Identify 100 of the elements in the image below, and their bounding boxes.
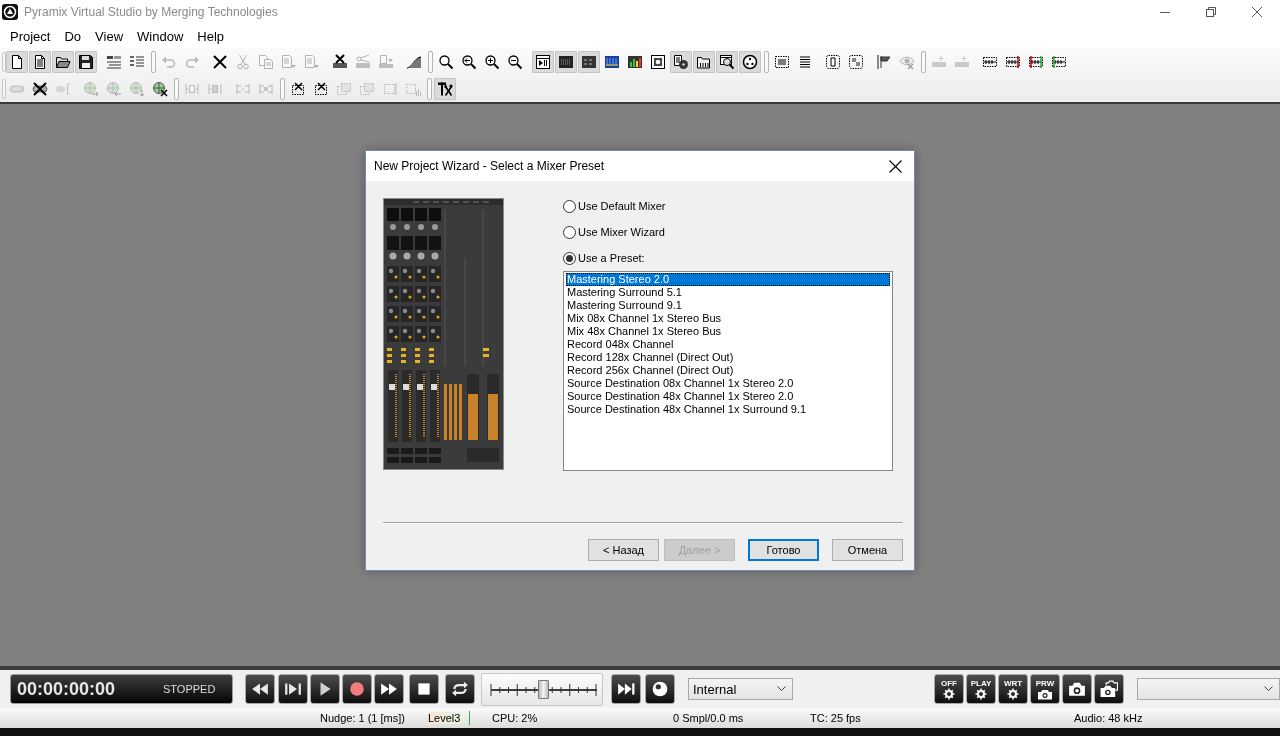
list-item[interactable]: Mastering Surround 9.1 <box>566 299 890 312</box>
list-item[interactable]: Record 128x Channel (Direct Out) <box>566 351 890 364</box>
toolbar-button[interactable] <box>75 50 97 73</box>
mode-button[interactable]: WRT <box>998 674 1028 704</box>
camera-icon <box>1037 687 1053 700</box>
pill-bracket-icon <box>55 80 71 97</box>
search-icon <box>438 53 454 70</box>
loop-button[interactable] <box>445 674 475 704</box>
list-item[interactable]: Mix 08x Channel 1x Stereo Bus <box>566 312 890 325</box>
stop-icon <box>415 680 433 698</box>
dashed-list-icon <box>774 53 790 70</box>
dashed-stack-icon <box>336 80 352 97</box>
ruler-start-marker-icon <box>1051 53 1067 70</box>
sync-source-dropdown[interactable]: Internal <box>688 678 793 700</box>
menu-item[interactable]: Do <box>57 27 89 45</box>
radio-label[interactable]: Use Mixer Wizard <box>578 226 665 238</box>
play-window-icon <box>535 53 551 70</box>
step-button[interactable] <box>278 674 308 704</box>
radio-button[interactable] <box>563 225 576 239</box>
dashed-squares-icon <box>848 53 864 70</box>
toolbar-button[interactable] <box>52 50 74 73</box>
ruler-end-marker-icon <box>1005 53 1021 70</box>
ball-button[interactable] <box>645 674 675 704</box>
dropdown-field[interactable] <box>1137 678 1280 700</box>
toolbar-button[interactable] <box>693 50 715 73</box>
toolbar-handle[interactable] <box>2 78 6 99</box>
menu-item[interactable]: Project <box>3 27 58 45</box>
gear-icon <box>973 687 989 700</box>
cross-icon <box>212 53 228 70</box>
dark-panel-icon <box>581 53 597 70</box>
lines-icon <box>797 53 813 70</box>
restore-icon <box>1206 7 1216 17</box>
snapshots-button[interactable] <box>1094 674 1124 704</box>
transport-state: STOPPED <box>163 683 216 695</box>
toolbar-button[interactable] <box>739 50 761 73</box>
snapshot-button[interactable] <box>1062 674 1092 704</box>
radio-label[interactable]: Use Default Mixer <box>578 200 666 212</box>
radio-button[interactable] <box>563 199 576 213</box>
close-icon <box>888 159 902 173</box>
status-text: CPU: 2% <box>492 712 539 724</box>
mixer-icon <box>604 53 620 70</box>
page-arrow-icon <box>304 53 320 70</box>
mode-button[interactable]: PLAY <box>966 674 996 704</box>
slider-thumb[interactable] <box>537 679 549 699</box>
scissors-on-bar-icon <box>355 53 371 70</box>
dialog-button[interactable]: Готово <box>748 539 819 561</box>
toolbar-button[interactable] <box>29 50 51 73</box>
frame-step-icon <box>284 680 302 698</box>
two-cameras-icon <box>1100 680 1118 698</box>
toolbar-button[interactable] <box>716 50 738 73</box>
toolbar-button[interactable] <box>434 77 456 100</box>
page-disc-icon <box>673 53 689 70</box>
cross-on-bar-icon <box>332 53 348 70</box>
dialog-button[interactable]: Отмена <box>832 539 903 561</box>
record-button[interactable] <box>342 674 372 704</box>
circle-dots-icon <box>742 53 758 70</box>
toolbar-button[interactable] <box>555 50 577 73</box>
list-item[interactable]: Mix 48x Channel 1x Stereo Bus <box>566 325 890 338</box>
list-item[interactable]: Source Destination 48x Channel 1x Surround 9.1 <box>566 403 890 416</box>
skip-forward-icon <box>617 680 635 698</box>
list-item[interactable]: Mastering Stereo 2.0 <box>566 273 890 286</box>
list-item[interactable]: Record 256x Channel (Direct Out) <box>566 364 890 377</box>
fast-forward-button[interactable] <box>374 674 404 704</box>
toolbar-button[interactable] <box>532 50 554 73</box>
window-search-icon <box>719 53 735 70</box>
list-item[interactable]: Source Destination 08x Channel 1x Stereo 2.0 <box>566 377 890 390</box>
document-icon <box>32 53 48 70</box>
toolbar-separator <box>151 50 156 73</box>
toolbar-button[interactable] <box>6 50 28 73</box>
dialog-button[interactable]: < Назад <box>588 539 659 561</box>
stop-button[interactable] <box>409 674 439 704</box>
dashed-cross-icon <box>313 80 329 97</box>
mode-button[interactable]: PRW <box>1030 674 1060 704</box>
page-on-bar-icon <box>378 53 394 70</box>
gear-icon <box>941 687 957 700</box>
toolbar-button[interactable] <box>670 50 692 73</box>
list-item[interactable]: Record 048x Channel <box>566 338 890 351</box>
skip-forward-button[interactable] <box>611 674 641 704</box>
list-item[interactable]: Mastering Surround 5.1 <box>566 286 890 299</box>
radio-label[interactable]: Use a Preset: <box>578 252 645 264</box>
toolbar-separator <box>427 77 432 100</box>
rewind-button[interactable] <box>245 674 275 704</box>
menu-item[interactable]: Window <box>130 27 191 45</box>
flag-ruler-icon <box>876 53 892 70</box>
list-item[interactable]: Source Destination 48x Channel 1x Stereo 2.0 <box>566 390 890 403</box>
ball-icon <box>651 680 669 698</box>
indicator-line-icon <box>469 711 470 725</box>
chevron-down-icon <box>1264 686 1273 692</box>
meter-panel-icon <box>627 53 643 70</box>
mode-button[interactable]: OFF <box>934 674 964 704</box>
timecode-text: 00:00:00:00 <box>17 678 117 700</box>
radio-button[interactable] <box>563 251 576 265</box>
shuttle-slider[interactable] <box>481 672 603 706</box>
preset-list[interactable] <box>563 271 893 471</box>
toolbar-separator <box>280 77 285 100</box>
menu-item[interactable]: Help <box>190 27 232 45</box>
toolbar-button[interactable] <box>578 50 600 73</box>
menu-item[interactable]: View <box>88 27 131 45</box>
tools-icon <box>437 80 453 97</box>
play-button[interactable] <box>310 674 340 704</box>
